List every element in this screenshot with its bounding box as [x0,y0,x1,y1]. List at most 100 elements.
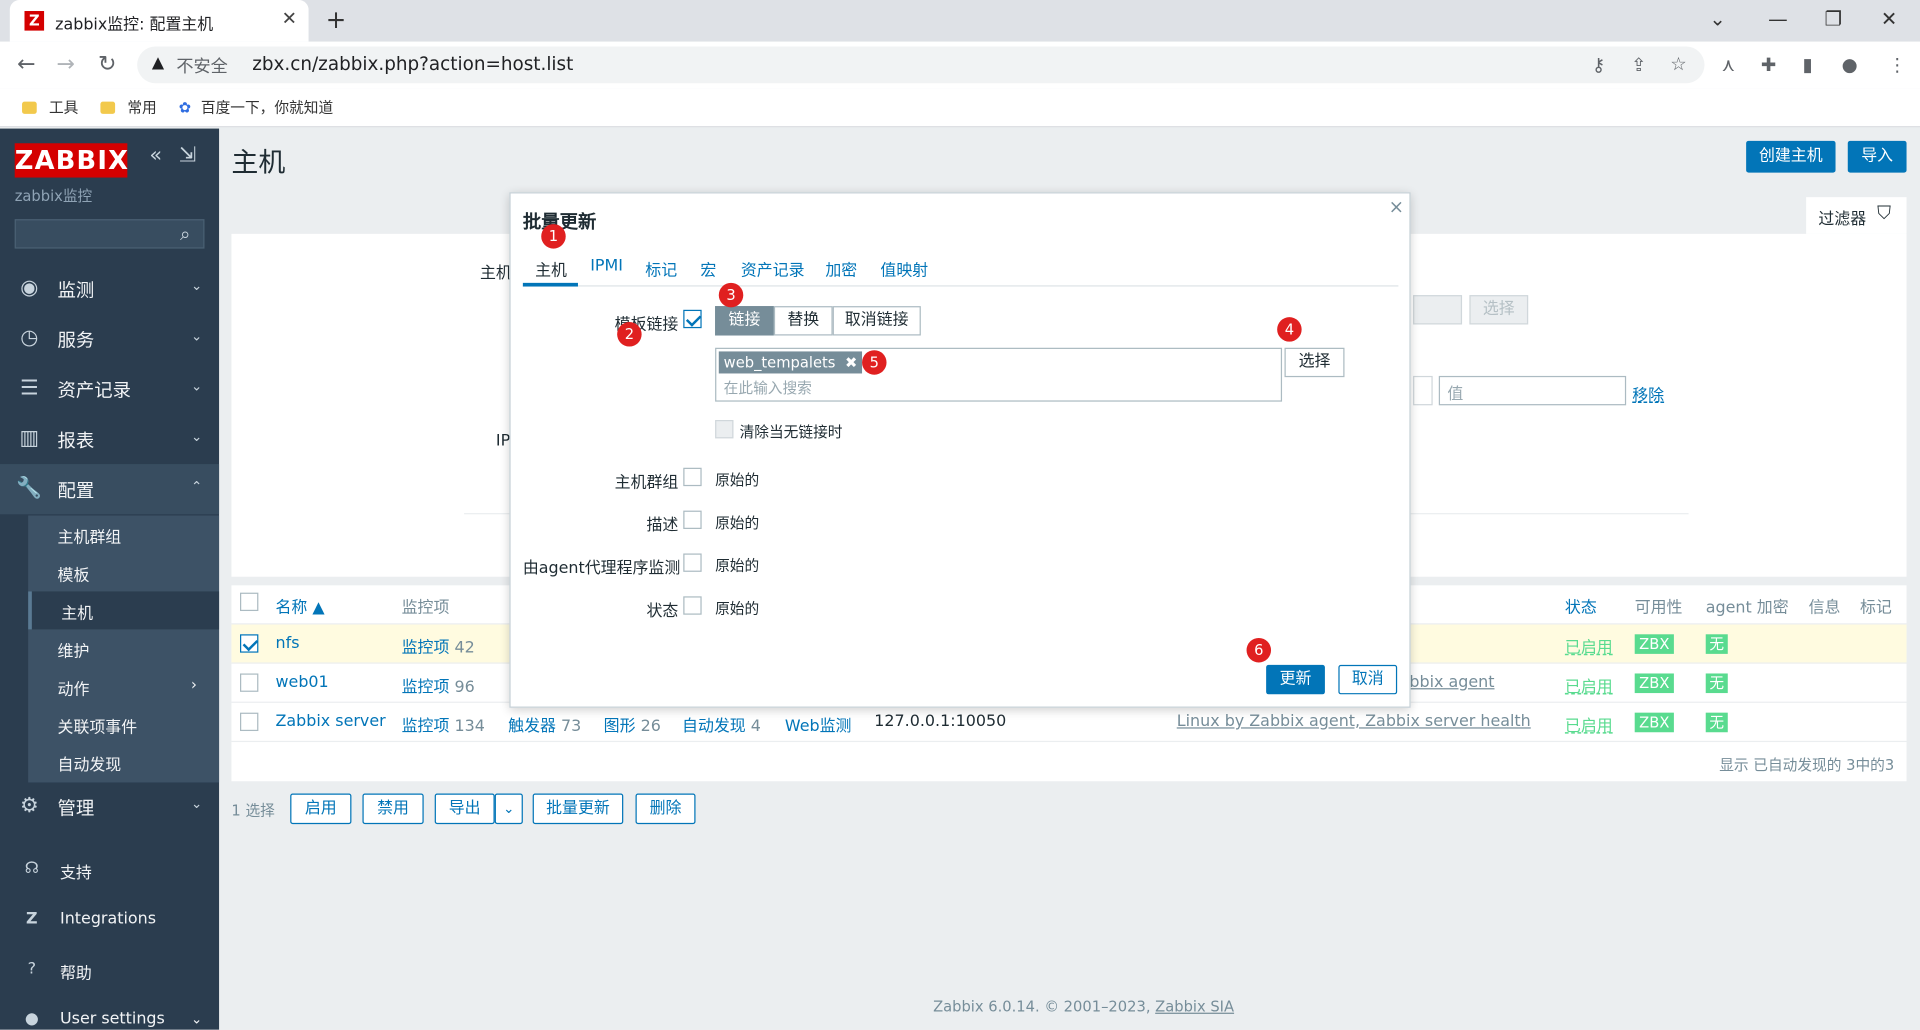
submenu-templates[interactable]: 模板 [28,553,219,591]
tab-tags[interactable]: 标记 [645,257,677,280]
menu-inventory[interactable]: ☰ 资产记录 ⌄ [0,364,219,414]
host-name-link[interactable]: web01 [276,673,329,691]
select-all-checkbox[interactable] [240,592,259,612]
replace-option[interactable]: 替换 [773,306,833,336]
submenu-maintenance[interactable]: 维护 [28,629,219,667]
url-field[interactable]: ▲ 不安全 zbx.cn/zabbix.php?action=host.list… [137,46,1705,84]
menu-configuration[interactable]: 🔧 配置 ⌃ [0,464,220,515]
menu-services[interactable]: ◷ 服务 ⌄ [0,313,219,363]
discovery-link[interactable]: 自动发现 4 [682,713,761,736]
template-multiselect[interactable]: web_tempalets ✖ 在此输入搜索 [715,347,1283,402]
back-icon[interactable]: ← [17,51,35,77]
footer-link[interactable]: Zabbix SIA [1155,998,1234,1015]
submenu-actions[interactable]: 动作 › [28,667,219,705]
sidebar-support[interactable]: ☊ 支持 [0,846,219,895]
collapse-sidebar-icon[interactable]: « [149,143,162,167]
close-window-icon[interactable]: ✕ [1881,7,1897,30]
import-button[interactable]: 导入 [1847,140,1907,173]
tab-host[interactable]: 主机 [535,257,567,280]
close-icon[interactable]: × [1389,196,1404,218]
row-checkbox[interactable] [240,673,259,692]
bookmark-tools[interactable]: 工具 [22,97,78,118]
row-checkbox[interactable] [240,712,259,732]
filter-tab[interactable]: 过滤器 ⛉ [1806,197,1907,234]
sidebar-help[interactable]: ? 帮助 [0,947,219,996]
new-tab-icon[interactable]: + [326,5,347,34]
disable-button[interactable]: 禁用 [362,793,424,825]
submenu-event-correlation[interactable]: 关联项事件 [28,705,219,743]
forward-icon[interactable]: → [56,51,74,77]
link-option[interactable]: 链接 [715,306,774,336]
col-name[interactable]: 名称 ▲ [276,594,325,617]
tab-inventory[interactable]: 资产记录 [741,257,805,280]
profile-icon[interactable]: ● [1842,54,1858,76]
restore-icon[interactable]: ❐ [1825,7,1843,30]
tab-macros[interactable]: 宏 [700,257,716,280]
template-link-checkbox[interactable] [683,309,702,329]
filter-dropdown[interactable] [1413,375,1433,406]
chevron-down-icon[interactable]: ⌄ [1709,7,1725,30]
monitored-by-proxy-checkbox[interactable] [683,553,702,572]
tab-encryption[interactable]: 加密 [825,257,857,280]
share-icon[interactable]: ⇪ [1631,54,1646,76]
host-name-link[interactable]: nfs [276,634,300,652]
web-monitoring-link[interactable]: Web监测 [785,713,852,736]
minimize-icon[interactable]: — [1768,7,1788,30]
export-dropdown-icon[interactable]: ⌄ [494,793,523,825]
menu-monitoring[interactable]: ◉ 监测 ⌄ [0,263,219,313]
items-link[interactable]: 监控项 42 [402,634,475,657]
sidebar-integrations[interactable]: Z Integrations [0,896,219,945]
filter-value-input[interactable]: 值 [1438,375,1627,406]
update-button[interactable]: 更新 [1266,664,1325,695]
filter-input[interactable] [1413,295,1463,325]
sidebar-user-settings[interactable]: ● User settings ⌄ [0,997,219,1030]
template-search-input[interactable]: 在此输入搜索 [724,377,812,398]
export-button[interactable]: 导出 [434,793,495,825]
mass-update-button[interactable]: 批量更新 [532,793,624,825]
menu-reports[interactable]: ▥ 报表 ⌄ [0,414,219,464]
enable-button[interactable]: 启用 [290,793,352,825]
tab-value-mapping[interactable]: 值映射 [880,257,928,280]
status-checkbox[interactable] [683,596,702,615]
filter-select-button[interactable]: 选择 [1469,295,1529,325]
triggers-link[interactable]: 触发器 73 [508,713,581,736]
menu-administration[interactable]: ⚙ 管理 ⌄ [0,781,219,831]
templates-link[interactable]: Linux by Zabbix agent, Zabbix server hea… [1177,713,1531,731]
key-icon[interactable]: ⚷ [1592,54,1605,76]
star-icon[interactable]: ☆ [1670,53,1686,75]
filter-remove-link[interactable]: 移除 [1632,382,1664,405]
templates-link[interactable]: bbix agent [1409,673,1494,691]
sidebar-search-input[interactable]: ⌕ [14,219,205,249]
sidepanel-icon[interactable]: ▮ [1802,54,1812,76]
items-link[interactable]: 监控项 134 [402,713,485,736]
extension-icon[interactable]: ⋏ [1722,54,1735,76]
template-select-button[interactable]: 选择 [1284,347,1345,378]
zabbix-logo[interactable]: ZABBIX [14,143,128,178]
col-status[interactable]: 状态 [1565,594,1597,617]
status-link[interactable]: 已启用 [1565,634,1613,657]
host-groups-checkbox[interactable] [683,467,702,487]
graphs-link[interactable]: 图形 26 [604,713,661,736]
reload-icon[interactable]: ↻ [98,51,116,77]
items-link[interactable]: 监控项 96 [402,673,475,696]
browser-tab[interactable]: Z zabbix监控: 配置主机 ✕ [9,0,309,42]
submenu-hosts[interactable]: 主机 [28,591,220,630]
status-link[interactable]: 已启用 [1565,713,1613,736]
close-tab-icon[interactable]: ✕ [282,7,297,29]
clear-when-unlink-checkbox[interactable] [715,420,734,439]
submenu-discovery[interactable]: 自动发现 [28,743,219,781]
submenu-host-groups[interactable]: 主机群组 [28,516,219,554]
bookmark-baidu[interactable]: ✿ 百度一下，你就知道 [179,97,333,118]
tab-ipmi[interactable]: IPMI [590,257,623,275]
puzzle-icon[interactable]: ✚ [1761,54,1776,76]
bookmark-common[interactable]: 常用 [100,97,157,118]
unlink-option[interactable]: 取消链接 [832,306,921,336]
kiosk-icon[interactable]: ⇲ [179,143,196,167]
search-icon[interactable]: ⌕ [180,223,190,245]
menu-icon[interactable]: ⋮ [1888,54,1906,76]
row-checkbox[interactable] [240,634,259,653]
status-link[interactable]: 已启用 [1565,673,1613,696]
host-name-link[interactable]: Zabbix server [276,713,386,731]
create-host-button[interactable]: 创建主机 [1746,140,1836,173]
description-checkbox[interactable] [683,510,702,529]
